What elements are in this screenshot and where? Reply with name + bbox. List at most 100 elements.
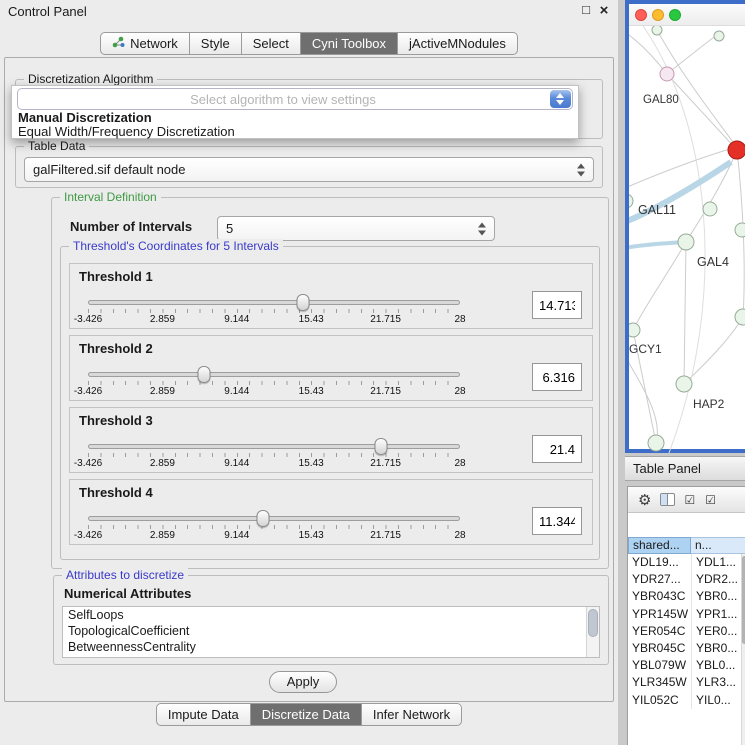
combobox-arrow-button[interactable] (550, 90, 571, 108)
table-scrollbar[interactable] (741, 554, 745, 745)
network-canvas[interactable]: GAL80 GAL11 GAL4 GCY1 HAP2 (629, 26, 745, 453)
combobox-spinner-icon (478, 222, 487, 235)
network-node[interactable] (676, 376, 692, 392)
column-header-shared-name[interactable]: shared... (628, 537, 691, 554)
slider-ticks (88, 525, 460, 529)
scrollbar-thumb[interactable] (588, 609, 598, 637)
interval-definition-group: Interval Definition Number of Intervals … (51, 197, 609, 569)
threshold-3-slider[interactable] (88, 444, 460, 449)
group-title: Table Data (24, 139, 89, 153)
tab-impute-data[interactable]: Impute Data (157, 704, 250, 725)
table-data-value: galFiltered.sif default node (33, 162, 185, 177)
combobox-spinner-icon (577, 163, 586, 176)
network-node[interactable] (735, 309, 745, 325)
slider-thumb[interactable] (197, 366, 210, 383)
node-label: GAL11 (638, 203, 676, 217)
mac-minimize-button[interactable] (652, 9, 664, 21)
table-header-row: shared... n... (628, 537, 745, 554)
float-window-icon[interactable]: □ (578, 2, 594, 19)
threshold-2-value-field[interactable] (532, 363, 582, 391)
top-tab-bar: Network Style Select Cyni Toolbox jActiv… (0, 32, 618, 55)
column-selector-icon[interactable] (660, 493, 675, 506)
cyni-toolbox-panel: Discretization Algorithm Select algorith… (4, 57, 614, 702)
select-checkbox-icon[interactable]: ☑ (684, 493, 696, 507)
table-row[interactable]: YER054CYER0... (628, 623, 741, 640)
column-header-name[interactable]: n... (691, 537, 745, 554)
node-label: GAL4 (697, 255, 729, 269)
slider-scale: -3.426 2.859 9.144 15.43 21.715 28 (88, 458, 460, 469)
table-row[interactable]: YDL19...YDL1... (628, 554, 741, 571)
threshold-3-value-field[interactable] (532, 435, 582, 463)
threshold-2-panel: Threshold 2 -3.426 2.859 9.144 15.43 21.… (69, 335, 593, 401)
mac-zoom-button[interactable] (669, 9, 681, 21)
table-row[interactable]: YBR043CYBR0... (628, 588, 741, 605)
group-title: Discretization Algorithm (24, 72, 157, 86)
mac-close-button[interactable] (635, 9, 647, 21)
network-node-selected[interactable] (728, 141, 745, 159)
table-data-combobox[interactable]: galFiltered.sif default node (24, 157, 594, 182)
node-label: GCY1 (629, 342, 662, 356)
slider-scale: -3.426 2.859 9.144 15.43 21.715 28 (88, 530, 460, 541)
table-row[interactable]: YIL052CYIL0... (628, 692, 741, 709)
slider-thumb[interactable] (296, 294, 309, 311)
network-node[interactable] (629, 323, 640, 337)
tab-style[interactable]: Style (189, 33, 241, 54)
network-node[interactable] (678, 234, 694, 250)
thresholds-group: Threshold's Coordinates for 5 Intervals … (60, 246, 600, 560)
apply-button[interactable]: Apply (269, 671, 337, 693)
network-node[interactable] (735, 223, 745, 237)
tab-discretize-data[interactable]: Discretize Data (250, 704, 361, 725)
attributes-list: SelfLoops TopologicalCoefficient Between… (62, 606, 600, 658)
slider-ticks (88, 381, 460, 385)
tab-network[interactable]: Network (101, 33, 189, 54)
threshold-4-value-field[interactable] (532, 507, 582, 535)
network-node[interactable] (648, 435, 664, 451)
table-row[interactable]: YBL079WYBL0... (628, 657, 741, 674)
table-panel-header: Table Panel (625, 456, 745, 481)
threshold-2-slider[interactable] (88, 372, 460, 377)
number-of-intervals-label: Number of Intervals (70, 219, 192, 234)
group-title: Interval Definition (60, 190, 161, 204)
slider-ticks (88, 309, 460, 313)
network-node[interactable] (629, 194, 633, 208)
threshold-4-panel: Threshold 4 -3.426 2.859 9.144 15.43 21.… (69, 479, 593, 545)
network-window-titlebar (629, 4, 745, 26)
algorithm-dropdown-popup: Select algorithm to view settings Manual… (11, 85, 579, 139)
close-icon[interactable]: × (596, 2, 612, 19)
algorithm-option-manual[interactable]: Manual Discretization (13, 111, 577, 125)
table-row[interactable]: YPR145WYPR1... (628, 606, 741, 623)
tab-jactivemnodules[interactable]: jActiveMNodules (397, 33, 517, 54)
network-node[interactable] (660, 67, 674, 81)
table-row[interactable]: YBR045CYBR0... (628, 640, 741, 657)
list-scrollbar[interactable] (586, 607, 599, 657)
number-of-intervals-combobox[interactable]: 5 (217, 216, 495, 241)
slider-scale: -3.426 2.859 9.144 15.43 21.715 28 (88, 314, 460, 325)
table-row[interactable]: YLR345WYLR3... (628, 674, 741, 691)
gear-icon[interactable]: ⚙ (638, 491, 651, 509)
slider-thumb[interactable] (256, 510, 269, 527)
threshold-1-slider[interactable] (88, 300, 460, 305)
numerical-attributes-label: Numerical Attributes (64, 586, 191, 601)
tab-cyni-toolbox[interactable]: Cyni Toolbox (300, 33, 397, 54)
algorithm-option-equal-width[interactable]: Equal Width/Frequency Discretization (13, 125, 577, 139)
threshold-1-panel: Threshold 1 -3.426 2.859 9.144 15.43 21.… (69, 263, 593, 329)
algorithm-combobox[interactable]: Select algorithm to view settings (17, 88, 573, 110)
list-item[interactable]: BetweennessCentrality (63, 639, 599, 655)
threshold-4-slider[interactable] (88, 516, 460, 521)
list-item[interactable]: TopologicalCoefficient (63, 623, 599, 639)
list-item[interactable]: SelfLoops (63, 607, 599, 623)
number-of-intervals-value: 5 (226, 221, 233, 236)
select-all-checkbox-icon[interactable]: ☑ (705, 493, 717, 507)
tab-label: Network (130, 36, 178, 51)
tab-infer-network[interactable]: Infer Network (361, 704, 461, 725)
tab-select[interactable]: Select (241, 33, 300, 54)
network-node[interactable] (652, 26, 662, 35)
window-title: Control Panel (8, 4, 87, 19)
table-row[interactable]: YDR27...YDR2... (628, 571, 741, 588)
network-node[interactable] (714, 31, 724, 41)
control-panel-window: Control Panel □ × Network Style Select C… (0, 0, 618, 745)
network-node[interactable] (703, 202, 717, 216)
slider-thumb[interactable] (375, 438, 388, 455)
threshold-3-panel: Threshold 3 -3.426 2.859 9.144 15.43 21.… (69, 407, 593, 473)
threshold-1-value-field[interactable] (532, 291, 582, 319)
